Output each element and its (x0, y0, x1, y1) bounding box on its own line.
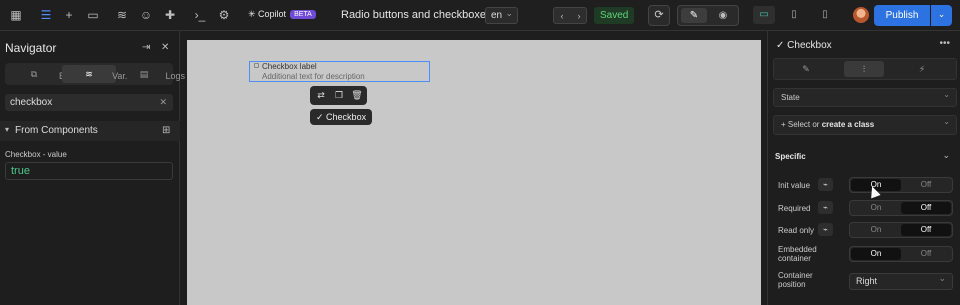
init-value-toggle[interactable]: On Off (849, 177, 953, 193)
copilot-button[interactable]: ✳ Copilot BETA (248, 9, 316, 20)
trash-icon[interactable]: 🗑 (349, 88, 365, 103)
history-nav: ‹ › (553, 7, 587, 24)
clear-icon[interactable]: ✕ (159, 94, 167, 111)
embedded-container-toggle[interactable]: On Off (849, 246, 953, 262)
settings-icon[interactable]: ⚙ (217, 8, 231, 22)
section-header[interactable]: ▾ From Components ⊞ (0, 121, 180, 141)
close-icon[interactable]: ✕ (161, 42, 169, 53)
forward-button[interactable]: › (571, 9, 587, 23)
required-off[interactable]: Off (901, 202, 951, 214)
init-value-label: Init value (778, 181, 811, 190)
read-only-toggle[interactable]: On Off (849, 222, 953, 238)
checkbox-description: Additional text for description (262, 72, 365, 81)
more-icon[interactable]: ••• (939, 38, 950, 49)
read-only-label: Read only (778, 226, 815, 235)
avatar[interactable] (853, 7, 869, 23)
bind-icon[interactable]: ⌁ (818, 223, 833, 236)
embedded-container-label: Embedded container (778, 245, 817, 263)
publish-dropdown-icon[interactable]: ⌄ (931, 5, 952, 26)
bind-icon[interactable]: ⌁ (818, 201, 833, 214)
publish-button[interactable]: Publish (874, 5, 930, 26)
duplicate-icon[interactable]: ❐ (331, 88, 347, 103)
mode-switch: ✎ ◉ (677, 5, 739, 26)
users-icon[interactable]: ☺ (139, 8, 153, 22)
chevron-down-icon: ▾ (5, 125, 10, 134)
read-only-off[interactable]: Off (901, 224, 951, 236)
top-bar: ▦ ☰ + ▭ ≋ ☺ ✚ ›_ ⚙ ✳ Copilot BETA Radio b… (0, 0, 960, 31)
style-tab-icon[interactable]: ✎ (786, 61, 826, 77)
required-label: Required (778, 204, 811, 213)
cms-icon[interactable]: ≋ (115, 8, 129, 22)
interactions-tab-icon[interactable]: ⚡ (902, 61, 942, 77)
pages-icon[interactable]: ▭ (86, 8, 100, 22)
language-select[interactable]: en (485, 6, 518, 24)
tab-logs[interactable]: ▤ Logs (117, 65, 185, 83)
tablet-icon[interactable]: ▯ (783, 6, 805, 24)
grid-view-icon[interactable]: ⊞ (162, 125, 170, 136)
selection-toolbar: ⇄ ❐ 🗑 (310, 86, 367, 105)
components-icon[interactable]: ✚ (163, 8, 177, 22)
dock-icon[interactable]: ⇥ (142, 42, 150, 53)
breakpoints: ▭ ▯ ▯ (750, 5, 842, 26)
navigator-title: Navigator (5, 41, 57, 55)
navigator-icon[interactable]: ☰ (39, 8, 53, 22)
variable-label: Checkbox - value (5, 150, 67, 159)
tab-variables[interactable]: ≋ Var. (62, 65, 127, 83)
sync-icon[interactable]: ⟳ (648, 5, 670, 26)
navigator-panel: Navigator ⇥ ✕ ⧉ El. ≋ Var. ▤ Logs checkb… (0, 31, 185, 305)
read-only-on[interactable]: On (851, 224, 901, 236)
terminal-icon[interactable]: ›_ (193, 8, 207, 22)
checkbox-control[interactable] (254, 63, 259, 68)
add-icon[interactable]: + (62, 8, 76, 22)
required-toggle[interactable]: On Off (849, 200, 953, 216)
tab-elements[interactable]: ⧉ El. (7, 65, 70, 83)
selection-tag[interactable]: ✓ Checkbox (310, 109, 373, 125)
required-on[interactable]: On (851, 202, 901, 214)
init-value-off[interactable]: Off (901, 179, 951, 191)
embedded-container-on[interactable]: On (851, 248, 901, 260)
back-button[interactable]: ‹ (554, 9, 570, 23)
preview-icon[interactable]: ◉ (710, 8, 736, 23)
swap-icon[interactable]: ⇄ (313, 88, 329, 103)
search-input[interactable]: checkbox ✕ (5, 94, 173, 111)
chevron-down-icon[interactable]: ⌄ (942, 150, 950, 161)
specific-section-title: Specific (775, 152, 806, 161)
inspector-panel: ✓ Checkbox ••• ✎ ⫶ ⚡ State + Select or c… (767, 31, 960, 305)
container-position-label: Container position (778, 271, 813, 289)
mobile-icon[interactable]: ▯ (814, 6, 836, 24)
navigator-tabs: ⧉ El. ≋ Var. ▤ Logs (5, 63, 185, 85)
section-title: From Components (15, 125, 98, 136)
state-select[interactable]: State (773, 86, 957, 107)
container-position-select[interactable]: Right (849, 271, 953, 290)
inspector-title: ✓ Checkbox (776, 40, 832, 51)
copilot-label: Copilot (258, 9, 287, 19)
variable-value[interactable]: true (5, 162, 173, 180)
saved-status: Saved (594, 7, 635, 24)
class-selector[interactable]: + Select or create a class (773, 113, 957, 135)
settings-tab-icon[interactable]: ⫶ (844, 61, 884, 77)
embedded-container-off[interactable]: Off (901, 248, 951, 260)
bind-icon[interactable]: ⌁ (818, 178, 833, 191)
page-title[interactable]: Radio buttons and checkboxes (341, 9, 491, 21)
grid-icon[interactable]: ▦ (9, 8, 23, 22)
checkbox-label: Checkbox label (262, 62, 317, 71)
design-mode-icon[interactable]: ✎ (681, 8, 707, 23)
desktop-icon[interactable]: ▭ (753, 6, 775, 24)
beta-badge: BETA (290, 10, 316, 19)
inspector-tabs: ✎ ⫶ ⚡ (773, 58, 957, 80)
